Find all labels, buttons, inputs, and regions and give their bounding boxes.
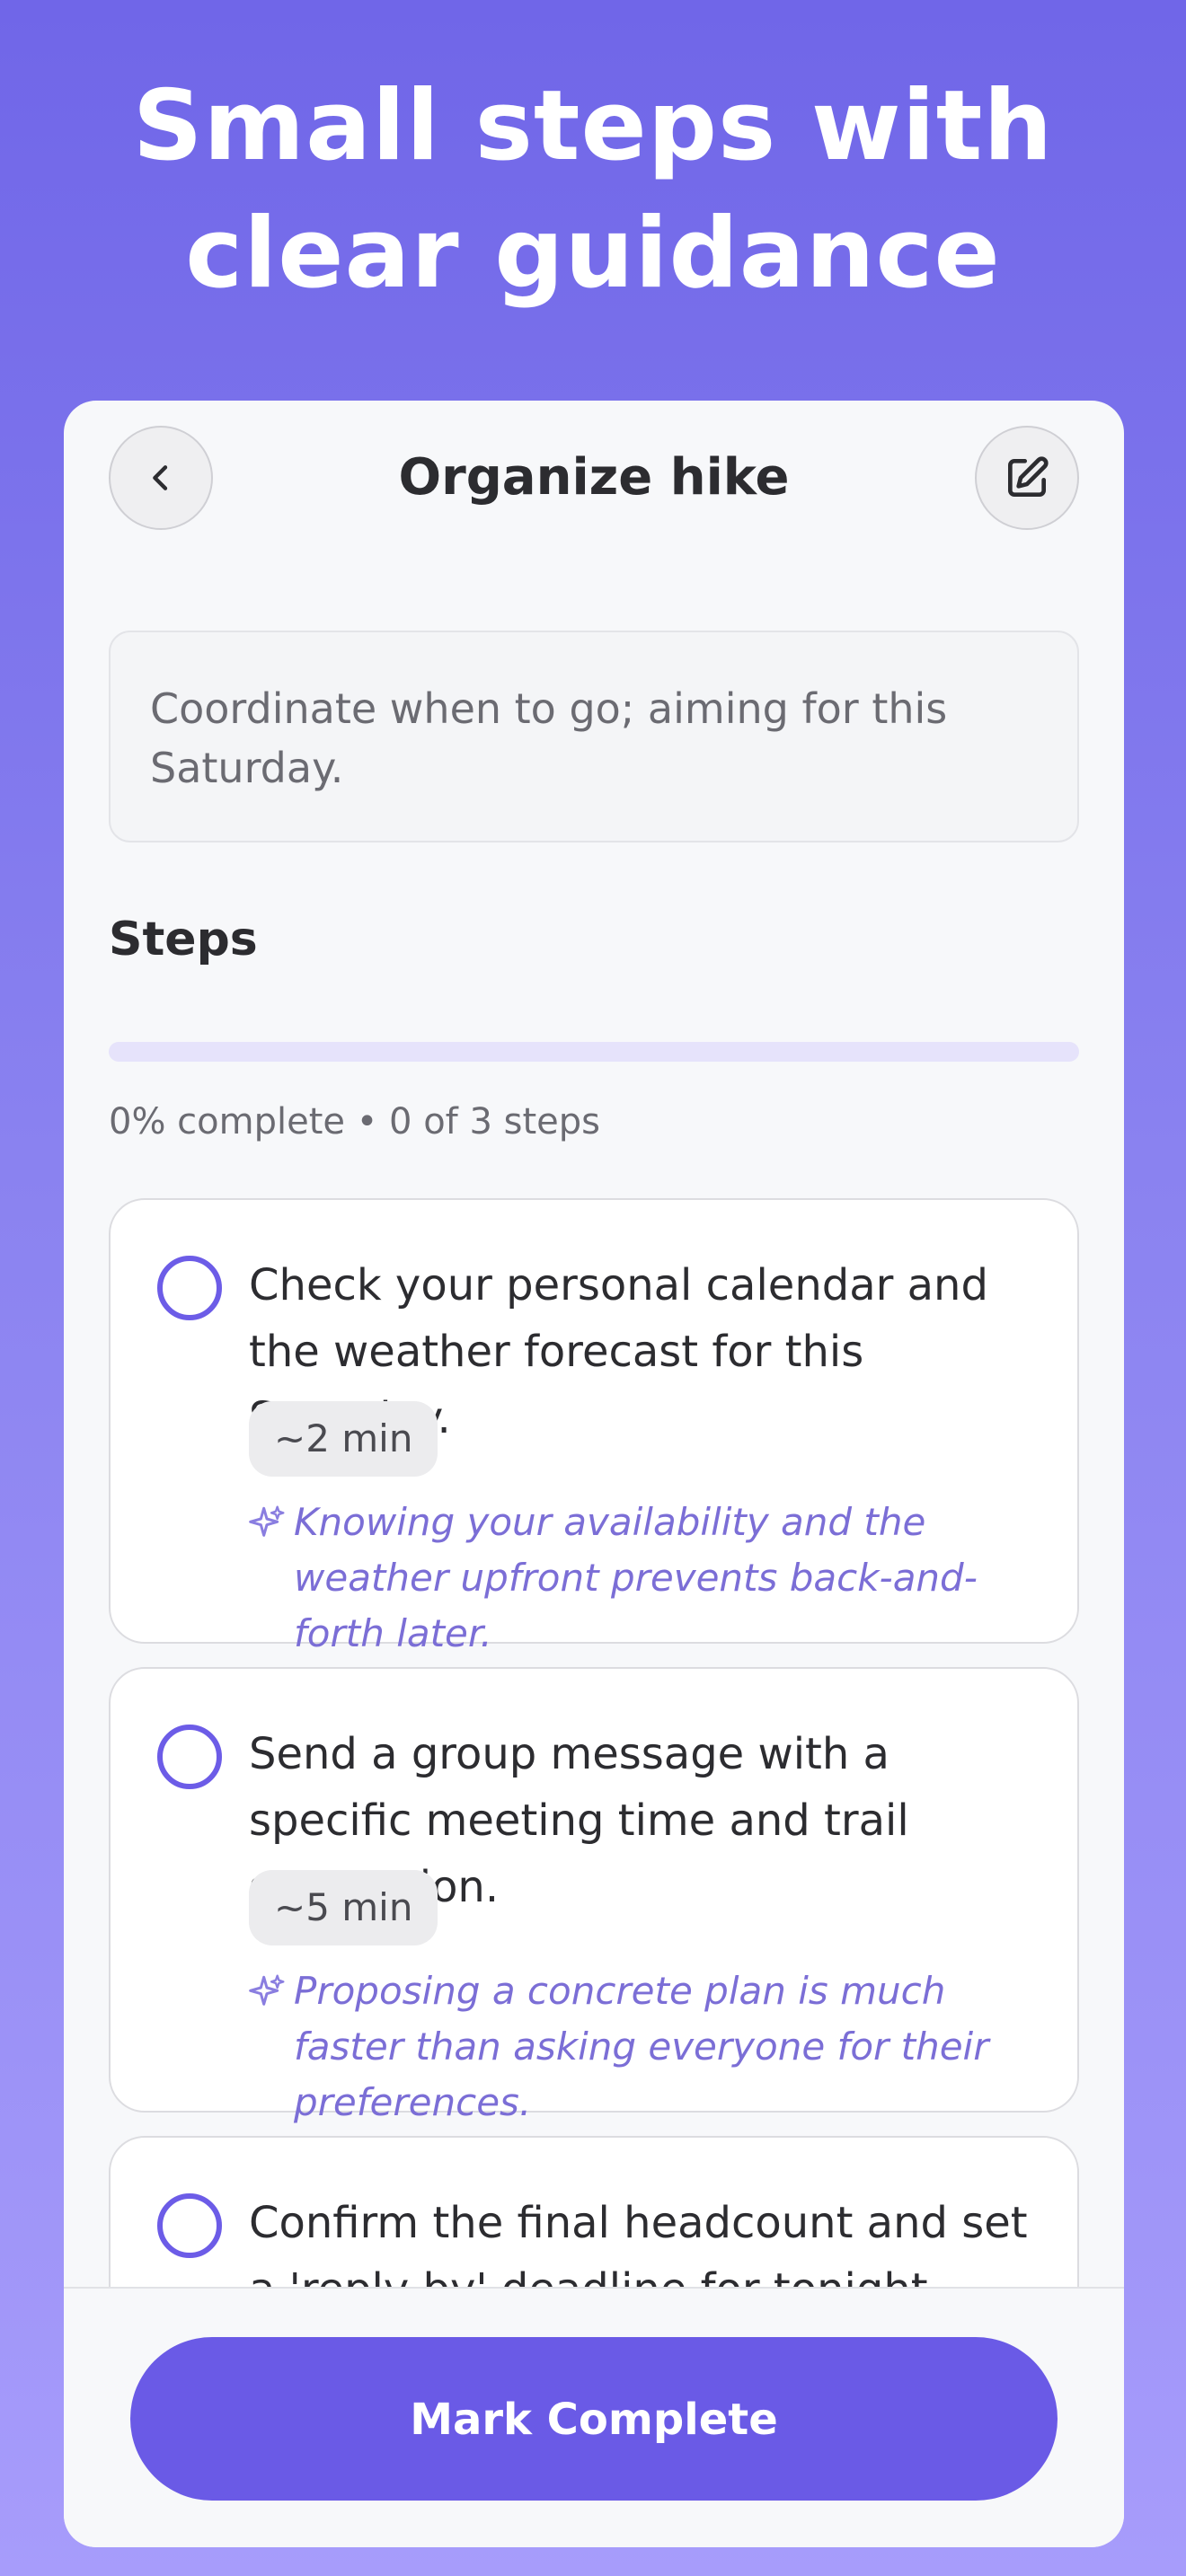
- step-card[interactable]: Check your personal calendar and the wea…: [109, 1198, 1079, 1655]
- mark-complete-button[interactable]: Mark Complete: [130, 2337, 1058, 2501]
- edit-icon: [1008, 456, 1049, 497]
- step-duration-badge: ~2 min: [249, 1401, 438, 1477]
- step-checkbox[interactable]: [157, 2193, 222, 2258]
- headline-line-2: clear guidance: [185, 198, 1001, 310]
- step-tip: Proposing a concrete plan is much faster…: [294, 1969, 989, 2124]
- sparkle-icon: [249, 1974, 285, 2006]
- task-title: Organize hike: [398, 448, 790, 507]
- task-note[interactable]: Coordinate when to go; aiming for this S…: [109, 631, 1079, 842]
- chevron-left-icon: [153, 465, 168, 490]
- step-tip: Knowing your availability and the weathe…: [294, 1500, 978, 1655]
- back-button[interactable]: [109, 426, 213, 530]
- steps-section-title: Steps: [109, 913, 258, 966]
- headline-line-1: Small steps with: [132, 70, 1054, 182]
- sparkle-icon: [249, 1505, 285, 1537]
- progress-text: 0% complete • 0 of 3 steps: [109, 1101, 600, 1142]
- footer-bar: Mark Complete: [64, 2287, 1124, 2547]
- progress-bar: [109, 1042, 1079, 1062]
- step-checkbox[interactable]: [157, 1725, 222, 1789]
- headline: Small steps with clear guidance: [0, 63, 1186, 318]
- task-detail-card: Organize hike Coordinate when to go; aim…: [64, 401, 1124, 2547]
- step-duration-badge: ~5 min: [249, 1870, 438, 1945]
- step-checkbox[interactable]: [157, 1256, 222, 1320]
- step-card[interactable]: Send a group message with a specific mee…: [109, 1667, 1079, 2124]
- edit-button[interactable]: [975, 426, 1079, 530]
